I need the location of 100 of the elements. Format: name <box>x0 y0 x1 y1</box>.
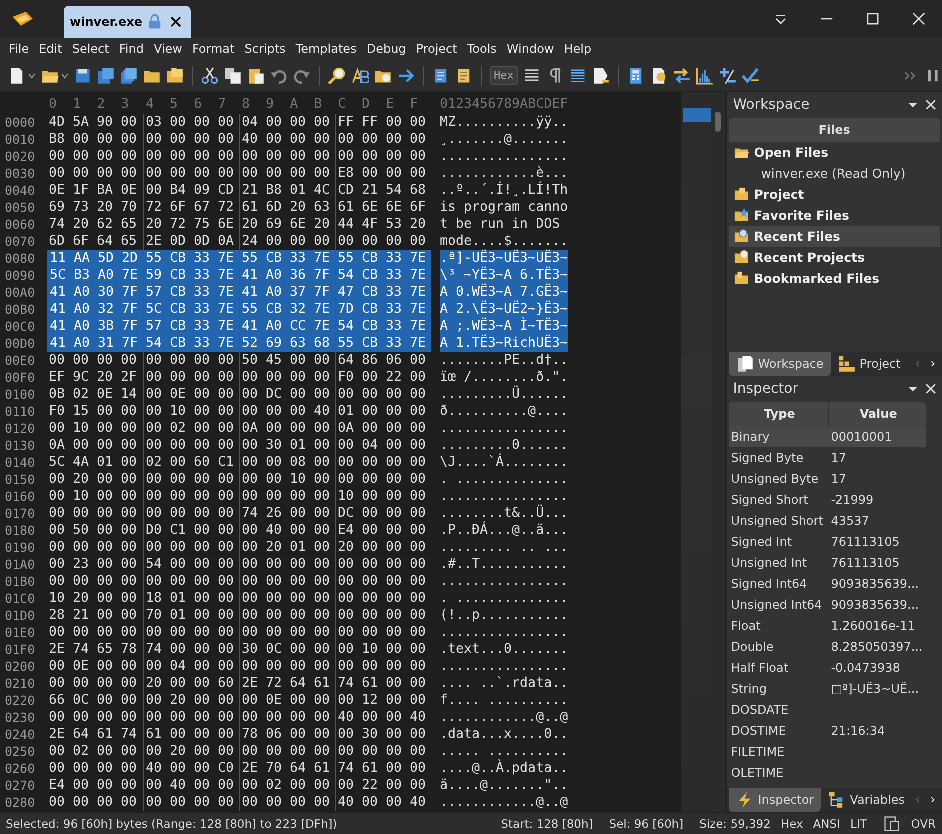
replace-icon[interactable] <box>351 66 369 84</box>
menu-item[interactable]: Templates <box>290 42 362 56</box>
offset-label: 0170 <box>4 505 36 522</box>
close-icon[interactable] <box>924 98 938 112</box>
hex-bytes: 00 00 00 00 <box>239 165 335 182</box>
hex-toggle-button[interactable]: Hex <box>490 66 518 85</box>
tree-item[interactable]: Project <box>729 184 940 205</box>
inspector-row[interactable]: Unsigned Short 43537 <box>729 510 926 531</box>
columns-icon[interactable] <box>522 66 541 84</box>
search-icon[interactable] <box>328 66 346 84</box>
clipboard-icon[interactable] <box>883 814 902 832</box>
hex-bytes: B8 00 00 00 <box>48 131 138 148</box>
inspector-row[interactable]: FILETIME <box>729 741 926 762</box>
menu-item[interactable]: Project <box>411 42 462 56</box>
inspector-row[interactable]: Double 8.285050397... <box>729 636 926 657</box>
plus-minus-icon[interactable] <box>718 66 737 84</box>
inspector-row[interactable]: String □ª]-UË3~UË... <box>729 678 926 699</box>
hex-bytes: 00 00 00 00 <box>239 488 335 505</box>
hex-bytes: 00 00 00 00 <box>335 607 431 624</box>
ascii-text: ............@..@ <box>440 794 568 811</box>
save-all-icon[interactable] <box>120 66 138 84</box>
paste-icon[interactable] <box>247 66 265 84</box>
cut-icon[interactable] <box>201 66 219 84</box>
save-icon[interactable] <box>74 66 92 84</box>
status-mode[interactable]: OVR <box>911 816 936 830</box>
menu-item[interactable]: View <box>148 42 188 56</box>
inspector-row[interactable]: Binary 00010001 <box>729 426 926 447</box>
inspector-row[interactable]: DOSTIME 21:16:34 <box>729 720 926 741</box>
save-as-icon[interactable] <box>97 66 115 84</box>
ascii-text: \J....`Á........ <box>440 454 568 471</box>
chevron-right-icon[interactable] <box>929 361 938 367</box>
lines-icon[interactable] <box>568 66 587 84</box>
caret-icon[interactable] <box>61 72 69 78</box>
tree-item[interactable]: Open Files <box>729 142 940 163</box>
hex-bytes: 44 4F 53 20 <box>335 216 431 233</box>
hex-bytes: 00 DC 00 00 <box>239 386 335 403</box>
inspector-row[interactable]: Unsigned Int 761113105 <box>729 552 926 573</box>
tree-item[interactable]: Recent Files <box>729 226 940 247</box>
hex-bytes: 54 CB 33 7E <box>143 335 239 352</box>
hex-bytes: E8 00 00 00 <box>335 165 431 182</box>
panel-tab[interactable]: Workspace <box>729 352 831 376</box>
arrow-right-icon[interactable] <box>397 66 415 84</box>
hex-bytes: 00 00 00 00 <box>143 148 239 165</box>
status-field[interactable]: LIT <box>850 816 868 830</box>
inspector-row[interactable]: Half Float -0.0473938 <box>729 657 926 678</box>
hex-bytes: 00 00 00 00 <box>143 539 239 556</box>
tree-item[interactable]: Recent Projects <box>729 247 940 268</box>
folders-icon[interactable] <box>166 66 184 84</box>
inspector-row[interactable]: OLETIME <box>729 762 926 783</box>
hex-bytes: 0E 1F BA 0E <box>48 182 138 199</box>
hex-bytes: 55 CB 33 7E <box>239 250 335 267</box>
status-field[interactable]: Hex <box>780 816 804 830</box>
column-header[interactable]: Value <box>829 402 926 426</box>
app-logo-icon <box>12 10 34 28</box>
menu-item[interactable]: Debug <box>362 42 412 56</box>
menu-item[interactable]: Tools <box>462 42 502 56</box>
checkmark-icon[interactable] <box>742 66 760 84</box>
panel-tab[interactable]: Inspector <box>729 788 822 812</box>
close-icon[interactable] <box>924 382 938 396</box>
hex-bytes: 00 20 01 00 <box>239 539 335 556</box>
hex-bytes: 66 0C 00 00 <box>48 692 138 709</box>
ascii-text: A 0.WË3~A 7.GË3~ <box>440 284 568 301</box>
swap-arrows-icon[interactable] <box>672 66 691 84</box>
inspector-row[interactable]: Unsigned Byte 17 <box>729 468 926 489</box>
menu-item[interactable]: Scripts <box>240 42 291 56</box>
menu-item[interactable]: Help <box>559 42 597 56</box>
histogram-icon[interactable] <box>696 66 714 84</box>
menu-item[interactable]: Select <box>67 42 114 56</box>
inspector-row[interactable]: Signed Int64 9093835639... <box>729 573 926 594</box>
panel-tab[interactable]: Variables <box>821 788 912 812</box>
menu-item[interactable]: Find <box>114 42 149 56</box>
column-label: 5 <box>170 96 178 112</box>
tree-item[interactable]: Favorite Files <box>729 205 940 226</box>
menu-item[interactable]: Edit <box>34 42 68 56</box>
menu-item[interactable]: File <box>4 42 34 56</box>
chevron-left-icon[interactable] <box>914 361 922 367</box>
files-header: Files <box>729 118 940 142</box>
hex-bytes: 0A 00 00 00 <box>335 420 431 437</box>
inspector-row[interactable]: Signed Byte 17 <box>729 447 926 468</box>
caret-icon[interactable] <box>28 72 36 78</box>
inspector-row[interactable]: Unsigned Int64 9093835639... <box>729 594 926 615</box>
hex-bytes: 41 A0 37 7F <box>239 284 335 301</box>
inspector-row[interactable]: Signed Int 761113105 <box>729 531 926 552</box>
menu-item[interactable]: Format <box>187 42 240 56</box>
inspector-row[interactable]: Float 1.260016e-11 <box>729 615 926 636</box>
chevron-right-icon[interactable] <box>929 797 938 803</box>
highlighter-icon[interactable] <box>592 66 610 84</box>
close-icon[interactable] <box>910 10 928 28</box>
inspector-row[interactable]: DOSDATE <box>729 699 926 720</box>
tree-item[interactable]: winver.exe (Read Only) <box>729 163 940 184</box>
tree-item[interactable]: Bookmarked Files <box>729 268 940 289</box>
status-field[interactable]: ANSI <box>813 816 840 830</box>
copy-icon[interactable] <box>224 66 242 84</box>
panel-tab[interactable]: Project <box>830 352 908 376</box>
menu-item[interactable]: Window <box>502 42 560 56</box>
column-label: 0 <box>49 96 58 112</box>
inspector-row[interactable]: Signed Short -21999 <box>729 489 926 510</box>
hex-bytes: 7D CB 33 7E <box>335 301 431 318</box>
document-tab[interactable]: winver.exe <box>64 6 190 38</box>
chevron-left-icon[interactable] <box>914 797 922 803</box>
